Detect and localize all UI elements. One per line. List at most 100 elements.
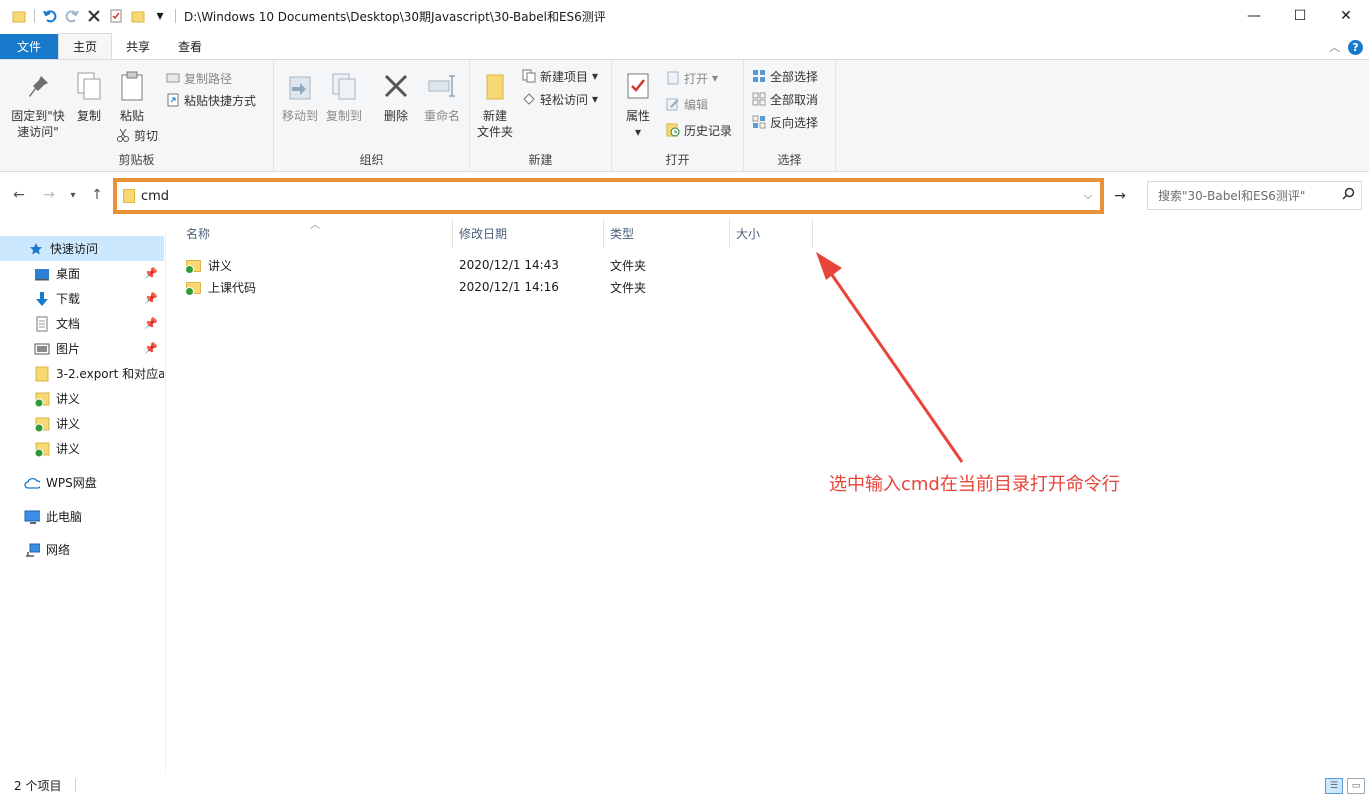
new-group-label: 新建 [528, 153, 553, 167]
delete-icon[interactable] [85, 7, 103, 25]
nav-item-folder[interactable]: 讲义 [0, 386, 164, 411]
nav-item-folder[interactable]: 讲义 [0, 436, 164, 461]
invert-selection-button[interactable]: 反向选择 [752, 112, 818, 132]
chevron-down-icon[interactable]: ⌵ [1076, 189, 1100, 203]
tab-view[interactable]: 查看 [164, 34, 216, 59]
computer-icon [24, 509, 40, 525]
cut-button[interactable]: 剪切 [116, 125, 158, 145]
close-button[interactable]: ✕ [1323, 0, 1369, 32]
properties-button[interactable]: 属性 ▾ [618, 68, 658, 140]
pin-icon[interactable]: 📌 [144, 317, 158, 330]
paste-shortcut-icon [166, 93, 180, 107]
window-controls: — ☐ ✕ [1231, 0, 1369, 32]
select-all-label: 全部选择 [770, 69, 819, 84]
details-view-icon[interactable]: ☰ [1325, 778, 1343, 794]
nav-this-pc[interactable]: 此电脑 [0, 504, 164, 529]
paste-button[interactable]: 粘贴 [114, 68, 150, 124]
table-row[interactable]: 上课代码 2020/12/1 14:16 文件夹 [166, 276, 816, 298]
file-modified: 2020/12/1 14:43 [459, 258, 559, 272]
search-input[interactable]: 搜索"30-Babel和ES6测评" [1158, 187, 1335, 204]
column-header-size[interactable]: 大小 [716, 218, 813, 248]
new-folder-label-2: 文件夹 [476, 125, 513, 139]
collapse-ribbon-icon[interactable]: ︿ [1329, 39, 1340, 55]
nav-item-desktop[interactable]: 桌面 📌 [0, 261, 164, 286]
large-icons-view-icon[interactable]: ▭ [1347, 778, 1365, 794]
history-button[interactable]: 历史记录 [666, 120, 732, 140]
window-title: D:\Windows 10 Documents\Desktop\30期Javas… [184, 9, 606, 24]
nav-quick-access-label: 快速访问 [50, 242, 99, 256]
delete-button[interactable]: 删除 [376, 68, 416, 124]
new-folder-icon[interactable] [129, 7, 147, 25]
delete-label: 删除 [383, 109, 408, 123]
recent-locations-chevron-icon[interactable]: ▾ [64, 186, 82, 204]
undo-icon[interactable] [41, 7, 59, 25]
column-header-type[interactable]: 类型 [590, 218, 730, 248]
search-icon[interactable] [1335, 187, 1361, 204]
copy-button[interactable]: 复制 [72, 68, 106, 124]
history-icon [666, 123, 680, 137]
rename-button[interactable]: 重命名 [418, 68, 466, 124]
nav-this-pc-label: 此电脑 [46, 510, 83, 524]
divider [34, 9, 35, 23]
column-headers: ︿ 名称 修改日期 类型 大小 [166, 218, 816, 248]
tab-file[interactable]: 文件 [0, 34, 58, 59]
divider [175, 9, 176, 23]
paste-shortcut-label: 粘贴快捷方式 [184, 93, 257, 108]
column-header-name[interactable]: 名称 [166, 218, 453, 248]
file-name-cell: 上课代码 [185, 276, 256, 298]
tab-share[interactable]: 共享 [112, 34, 164, 59]
new-group: 新建 文件夹 新建项目 ▾ 轻松访问 ▾ 新建 [470, 60, 612, 172]
nav-item-documents[interactable]: 文档 📌 [0, 311, 164, 336]
help-icon[interactable]: ? [1348, 39, 1363, 55]
copy-to-icon [329, 68, 359, 104]
new-folder-button[interactable]: 新建 文件夹 [472, 68, 518, 140]
new-item-button[interactable]: 新建项目 ▾ [522, 66, 598, 86]
rename-icon [427, 68, 457, 104]
address-input[interactable]: cmd [141, 189, 1076, 204]
pin-icon[interactable]: 📌 [144, 267, 158, 280]
folder-icon [10, 7, 28, 25]
copy-path-button[interactable]: 复制路径 [166, 68, 232, 88]
search-box[interactable]: 搜索"30-Babel和ES6测评" [1147, 181, 1362, 210]
properties-icon[interactable] [107, 7, 125, 25]
tab-home[interactable]: 主页 [58, 33, 113, 59]
paste-shortcut-button[interactable]: 粘贴快捷方式 [166, 90, 256, 110]
pin-icon[interactable]: 📌 [144, 292, 158, 305]
customize-dropdown-icon[interactable]: ▾ [151, 7, 169, 25]
column-header-modified[interactable]: 修改日期 [439, 218, 604, 248]
address-bar[interactable]: cmd ⌵ [113, 178, 1104, 214]
nav-item-pictures[interactable]: 图片 📌 [0, 336, 164, 361]
up-arrow-icon[interactable]: ↑ [88, 186, 106, 204]
back-arrow-icon[interactable]: ← [10, 186, 28, 204]
copy-to-button[interactable]: 复制到 [322, 68, 366, 124]
new-folder-label-1: 新建 [482, 109, 507, 123]
nav-item-folder[interactable]: 讲义 [0, 411, 164, 436]
forward-arrow-icon[interactable]: → [40, 186, 58, 204]
go-arrow-icon[interactable]: → [1108, 186, 1132, 206]
file-type: 文件夹 [610, 258, 647, 273]
pin-icon[interactable]: 📌 [144, 342, 158, 355]
easy-access-button[interactable]: 轻松访问 ▾ [522, 89, 598, 109]
nav-item-downloads[interactable]: 下载 📌 [0, 286, 164, 311]
chevron-down-icon: ▾ [634, 125, 642, 139]
nav-quick-access[interactable]: 快速访问 [0, 236, 164, 261]
maximize-button[interactable]: ☐ [1277, 0, 1323, 32]
scissors-icon [116, 128, 130, 142]
nav-item-folder[interactable]: 3-2.export 和对应a [0, 361, 164, 386]
redo-icon[interactable] [63, 7, 81, 25]
pin-label-2: 速访问" [17, 125, 59, 139]
select-all-button[interactable]: 全部选择 [752, 66, 818, 86]
nav-wps-drive[interactable]: WPS网盘 [0, 470, 164, 495]
open-button[interactable]: 打开 ▾ [666, 68, 718, 88]
table-row[interactable]: 讲义 2020/12/1 14:43 文件夹 [166, 254, 816, 276]
nav-network[interactable]: 网络 [0, 537, 164, 562]
minimize-button[interactable]: — [1231, 0, 1277, 32]
move-to-button[interactable]: 移动到 [278, 68, 322, 124]
nav-wps-label: WPS网盘 [46, 476, 97, 490]
pin-to-quick-access-button[interactable]: 固定到"快 速访问" [6, 68, 70, 140]
address-row: ← → ▾ ↑ cmd ⌵ → 搜索"30-Babel和ES6测评" [0, 173, 1369, 218]
select-none-button[interactable]: 全部取消 [752, 89, 818, 109]
edit-button[interactable]: 编辑 [666, 94, 708, 114]
open-icon [666, 71, 680, 85]
synced-folder-icon [34, 416, 50, 432]
